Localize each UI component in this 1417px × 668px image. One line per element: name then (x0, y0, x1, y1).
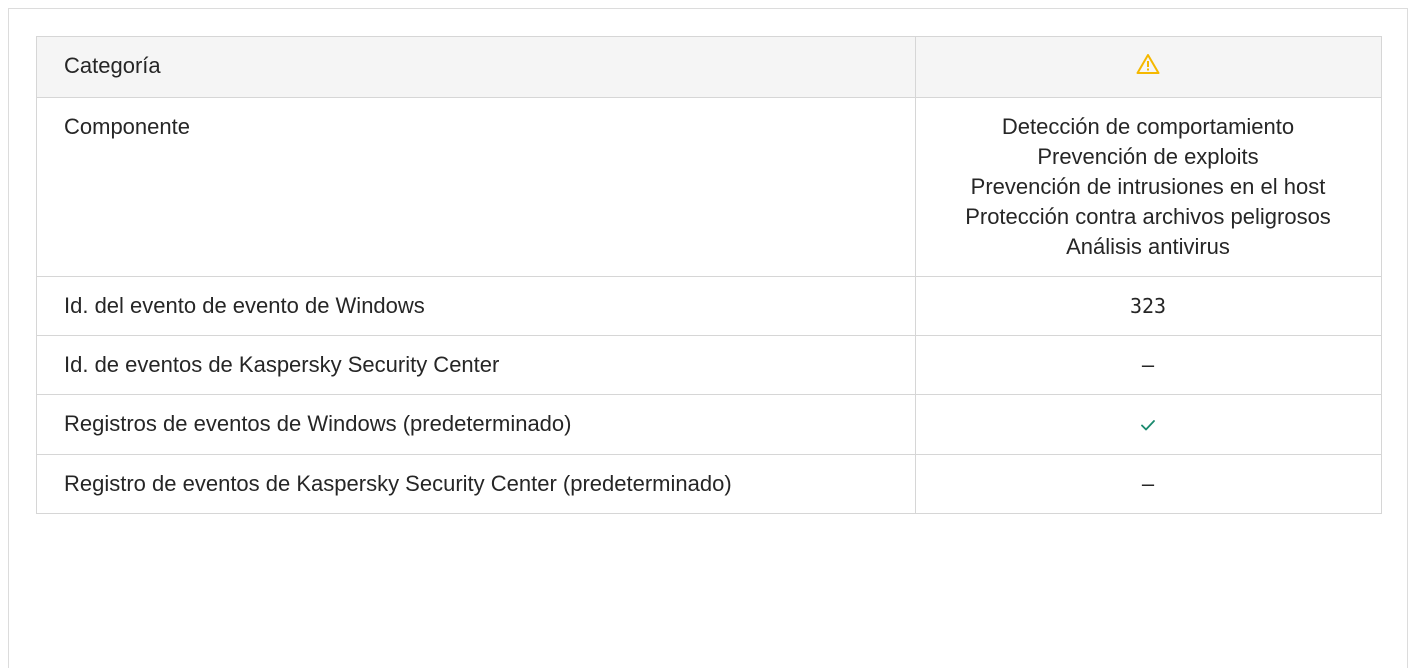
row-label: Categoría (36, 35, 916, 99)
row-value: Detección de comportamiento Prevención d… (915, 97, 1382, 278)
row-value: – (915, 335, 1382, 396)
component-item: Análisis antivirus (1066, 234, 1230, 260)
check-icon (1140, 410, 1156, 440)
row-label: Id. de eventos de Kaspersky Security Cen… (36, 335, 916, 396)
table-row: Id. de eventos de Kaspersky Security Cen… (36, 335, 1382, 396)
table-row: Registros de eventos de Windows (predete… (36, 394, 1382, 456)
row-label: Registros de eventos de Windows (predete… (36, 394, 916, 456)
warning-icon (1136, 53, 1160, 83)
table-row: Componente Detección de comportamiento P… (36, 97, 1382, 278)
table-row: Categoría (36, 35, 1382, 99)
row-label: Id. del evento de evento de Windows (36, 276, 916, 337)
row-value (915, 35, 1382, 99)
component-item: Prevención de exploits (1037, 144, 1259, 170)
component-list: Detección de comportamiento Prevención d… (965, 112, 1331, 262)
row-label: Componente (36, 97, 916, 278)
row-value: 323 (915, 276, 1382, 337)
component-item: Protección contra archivos peligrosos (965, 204, 1331, 230)
row-label: Registro de eventos de Kaspersky Securit… (36, 454, 916, 515)
row-value (915, 394, 1382, 456)
component-item: Prevención de intrusiones en el host (970, 174, 1326, 200)
row-value: – (915, 454, 1382, 515)
event-id-value: 323 (1129, 294, 1167, 319)
component-item: Detección de comportamiento (1001, 114, 1295, 140)
table-row: Registro de eventos de Kaspersky Securit… (36, 454, 1382, 515)
event-properties-table: Categoría Componente Detección de compor… (36, 35, 1382, 515)
table-row: Id. del evento de evento de Windows 323 (36, 276, 1382, 337)
